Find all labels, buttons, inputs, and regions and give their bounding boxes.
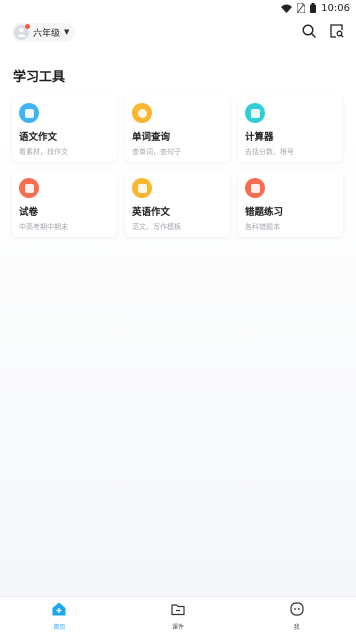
- bottom-nav: 首页 课件 我: [0, 596, 356, 634]
- english-icon: [132, 178, 152, 198]
- sim-icon: [297, 3, 306, 13]
- nav-label: 我: [293, 623, 300, 631]
- status-time: 10:06: [321, 2, 350, 14]
- tool-title: 错题练习: [245, 207, 284, 218]
- calculator-icon: [245, 103, 265, 123]
- nav-label: 首页: [53, 623, 66, 631]
- notification-dot: [25, 23, 30, 29]
- tool-card-english-essay[interactable]: 英语作文 范文、写作模板: [125, 170, 230, 237]
- folder-icon: [171, 601, 185, 620]
- tool-card-word-lookup[interactable]: 单词查询 查单词，查句子: [125, 95, 230, 162]
- tool-title: 单词查询: [132, 132, 171, 143]
- profile-icon: [290, 601, 304, 620]
- wifi-icon: [281, 4, 293, 13]
- tool-subtitle: 范文、写作模板: [132, 223, 181, 231]
- nav-item-home[interactable]: 首页: [29, 601, 89, 631]
- tool-subtitle: 去括分数、根号: [245, 148, 294, 156]
- tool-card-chinese-essay[interactable]: 语文作文 看素材，找作文: [12, 95, 117, 162]
- tool-subtitle: 查单词，查句子: [132, 148, 181, 156]
- document-icon: [19, 103, 39, 123]
- tool-title: 试卷: [19, 207, 39, 218]
- nav-item-courseware[interactable]: 课件: [148, 601, 208, 631]
- exam-icon: [19, 178, 39, 198]
- scan-icon[interactable]: [330, 23, 344, 42]
- battery-icon: [310, 3, 317, 13]
- caret-down-icon: ▼: [64, 28, 70, 36]
- status-bar: 10:06: [0, 0, 356, 16]
- nav-label: 课件: [171, 623, 184, 631]
- tool-title: 英语作文: [132, 207, 171, 218]
- search-icon[interactable]: [302, 23, 316, 42]
- tool-title: 计算器: [245, 132, 274, 143]
- grade-label: 六年级: [33, 28, 61, 39]
- tool-subtitle: 中高考期中期末: [19, 223, 68, 231]
- tool-card-mistakes[interactable]: 错题练习 各科错题本: [238, 170, 343, 237]
- grade-selector[interactable]: 六年级 ▼: [12, 22, 76, 42]
- tool-card-calculator[interactable]: 计算器 去括分数、根号: [238, 95, 343, 162]
- tool-title: 语文作文: [19, 132, 58, 143]
- avatar[interactable]: [14, 23, 30, 40]
- tool-card-exam[interactable]: 试卷 中高考期中期末: [12, 170, 117, 237]
- mistake-icon: [245, 178, 265, 198]
- tool-subtitle: 看素材，找作文: [19, 148, 68, 156]
- tool-grid: 语文作文 看素材，找作文 单词查询 查单词，查句子 计算器 去括分数、根号 试卷…: [12, 95, 344, 237]
- home-icon: [52, 601, 66, 620]
- nav-item-me[interactable]: 我: [267, 601, 327, 631]
- word-icon: [132, 103, 152, 123]
- top-bar: 六年级 ▼: [12, 20, 344, 44]
- section-title: 学习工具: [13, 70, 66, 85]
- tool-subtitle: 各科错题本: [245, 223, 280, 231]
